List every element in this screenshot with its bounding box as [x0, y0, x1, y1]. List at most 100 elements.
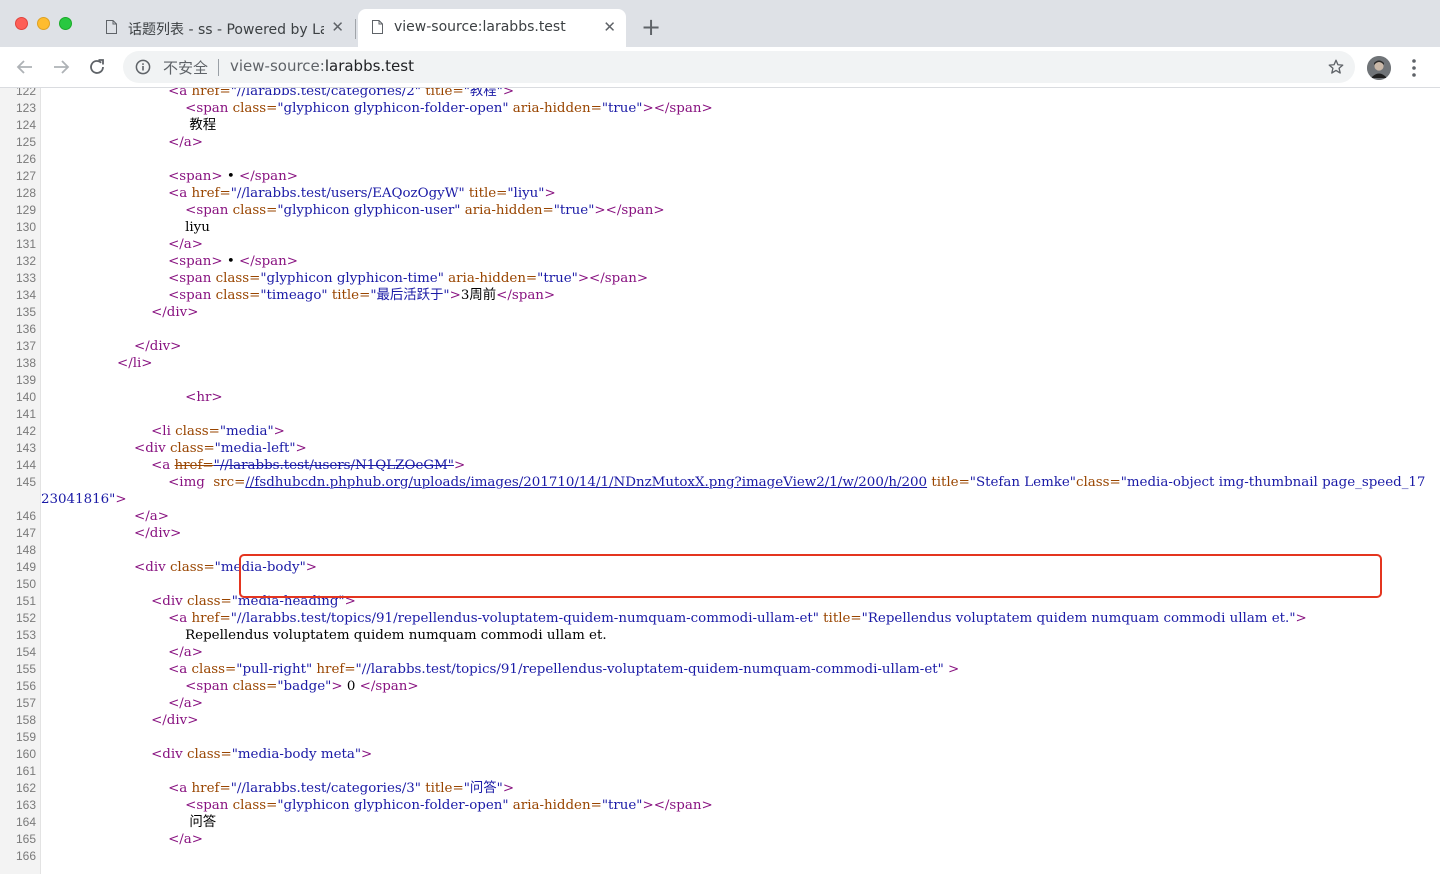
avatar-icon — [1367, 56, 1391, 80]
html-tag: </div> — [151, 305, 199, 320]
source-line: 158 </div> — [0, 712, 1440, 729]
source-line: 130 liyu — [0, 219, 1440, 236]
close-window-button[interactable] — [15, 17, 28, 30]
attribute-value: "true" — [601, 798, 643, 813]
address-bar[interactable]: 不安全 view-source:larabbs.test — [123, 51, 1355, 83]
line-number: 162 — [15, 781, 36, 795]
attribute-name: class= — [169, 560, 215, 575]
minimize-window-button[interactable] — [37, 17, 50, 30]
address-divider — [218, 59, 219, 76]
attribute-value: "//larabbs.test/topics/91/repellendus-vo… — [230, 611, 819, 626]
line-number: 137 — [15, 339, 36, 353]
source-line: 160 <div class="media-body meta"> — [0, 746, 1440, 763]
html-tag: <span — [168, 271, 216, 286]
line-code: <span class="glyphicon glyphicon-folder-… — [41, 797, 713, 814]
attribute-name: href= — [174, 458, 214, 473]
line-number: 159 — [15, 730, 36, 744]
html-tag: <div — [134, 560, 170, 575]
line-number: 133 — [15, 271, 36, 285]
html-tag: </div> — [134, 526, 182, 541]
attribute-value: "//larabbs.test/users/EAQozOgyW" — [230, 186, 465, 201]
source-line: 132 <span> • </span> — [0, 253, 1440, 270]
bookmark-star-icon[interactable] — [1327, 58, 1345, 76]
attribute-value: "Stefan Lemke" — [969, 475, 1076, 490]
html-tag: <a — [168, 611, 192, 626]
html-tag: <a — [168, 186, 192, 201]
profile-avatar[interactable] — [1367, 56, 1391, 80]
tab-view-source[interactable]: view-source:larabbs.test ✕ — [358, 9, 626, 47]
line-code: <a class="pull-right" href="//larabbs.te… — [41, 661, 959, 678]
code-text: • — [222, 254, 239, 269]
line-code: <span class="timeago" title="最后活跃于">3周前<… — [41, 287, 555, 304]
line-code: </a> — [41, 644, 203, 661]
attribute-name: title= — [818, 611, 862, 626]
security-label[interactable]: 不安全 — [163, 57, 208, 78]
new-tab-button[interactable]: + — [641, 13, 661, 41]
source-line: 142 <li class="media"> — [0, 423, 1440, 440]
line-code: </div> — [41, 338, 181, 355]
attribute-name: src= — [213, 475, 246, 490]
attribute-value: "true" — [537, 271, 578, 286]
attribute-value: "timeago" — [260, 288, 328, 303]
source-line: 164 问答 — [0, 814, 1440, 831]
html-tag: > — [502, 781, 515, 796]
info-icon[interactable] — [135, 59, 151, 75]
back-arrow-icon[interactable] — [13, 55, 37, 79]
html-tag: </a> — [168, 135, 204, 150]
url-text[interactable]: view-source:larabbs.test — [230, 57, 414, 75]
html-tag: > — [544, 186, 556, 201]
line-code: <img src=//fsdhubcdn.phphub.org/uploads/… — [41, 474, 1431, 508]
attribute-name: title= — [927, 475, 970, 490]
code-text: Repellendus voluptatem quidem numquam co… — [117, 628, 607, 643]
source-line: 162 <a href="//larabbs.test/categories/3… — [0, 780, 1440, 797]
attribute-value: "true" — [553, 203, 595, 218]
line-number: 153 — [15, 628, 36, 642]
source-view[interactable]: 122 <a href="//larabbs.test/categories/2… — [0, 88, 1440, 874]
attribute-name: class= — [175, 424, 220, 439]
source-line: 144 <a href="//larabbs.test/users/N1QLZO… — [0, 457, 1440, 474]
source-line: 122 <a href="//larabbs.test/categories/2… — [0, 88, 1440, 100]
tab-title: 话题列表 - ss - Powered by Lar — [128, 22, 324, 38]
attribute-value: "true" — [601, 101, 643, 116]
source-line: 127 <span> • </span> — [0, 168, 1440, 185]
attribute-value: "glyphicon glyphicon-folder-open" — [277, 101, 509, 116]
line-code: 教程 — [41, 117, 216, 134]
html-tag: </div> — [134, 339, 182, 354]
reload-icon[interactable] — [85, 55, 109, 79]
zoom-window-button[interactable] — [59, 17, 72, 30]
html-tag: </span> — [359, 679, 419, 694]
line-number: 156 — [15, 679, 36, 693]
tab-topics-list[interactable]: 话题列表 - ss - Powered by Lar ✕ — [92, 9, 354, 47]
tab-close-icon[interactable]: ✕ — [603, 18, 616, 36]
line-code: <a href="//larabbs.test/categories/2" ti… — [41, 88, 514, 100]
source-line: 153 Repellendus voluptatem quidem numqua… — [0, 627, 1440, 644]
line-number: 160 — [15, 747, 36, 761]
source-line: 135 </div> — [0, 304, 1440, 321]
source-line: 154 </a> — [0, 644, 1440, 661]
source-line: 147 </div> — [0, 525, 1440, 542]
tab-close-icon[interactable]: ✕ — [331, 18, 344, 36]
attribute-name: title= — [327, 288, 371, 303]
line-code: </li> — [41, 355, 153, 372]
more-menu-icon[interactable] — [1406, 56, 1422, 80]
source-link[interactable]: //fsdhubcdn.phphub.org/uploads/images/20… — [245, 475, 927, 490]
attribute-name: class= — [215, 271, 261, 286]
source-line: 146 </a> — [0, 508, 1440, 525]
code-text: </li> — [117, 356, 153, 371]
forward-arrow-icon[interactable] — [49, 55, 73, 79]
attribute-value: "Repellendus voluptatem quidem numquam c… — [861, 611, 1296, 626]
tab-title: view-source:larabbs.test — [394, 19, 566, 35]
